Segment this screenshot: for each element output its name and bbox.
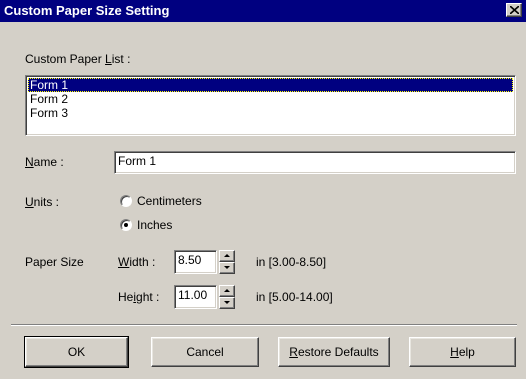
height-spin-up-button[interactable] <box>219 285 235 297</box>
radio-selected-dot <box>124 223 128 227</box>
ok-button[interactable]: OK <box>24 336 129 368</box>
name-label: Name : <box>25 155 64 169</box>
centimeters-radio[interactable] <box>120 195 132 207</box>
height-label-suffix: ght : <box>136 290 160 304</box>
width-spinner[interactable] <box>219 250 235 274</box>
close-button[interactable] <box>506 3 522 17</box>
close-icon <box>510 6 519 14</box>
list-label-prefix: Custom Paper <box>25 52 106 66</box>
arrow-up-icon <box>224 289 230 292</box>
name-label-mnemonic: N <box>25 155 34 169</box>
list-item[interactable]: Form 3 <box>28 106 513 120</box>
list-item[interactable]: Form 2 <box>28 92 513 106</box>
height-spinner[interactable] <box>219 285 235 309</box>
paper-size-label: Paper Size <box>25 255 84 269</box>
width-input[interactable]: 8.50 <box>174 250 217 274</box>
separator <box>11 324 517 326</box>
arrow-down-icon <box>224 266 230 269</box>
restore-mnemonic: R <box>289 345 298 359</box>
custom-paper-list-label: Custom Paper List : <box>25 52 130 66</box>
custom-paper-listbox[interactable]: Form 1 Form 2 Form 3 <box>25 75 516 136</box>
height-label-prefix: He <box>118 290 134 304</box>
list-label-mnemonic: L <box>105 52 112 66</box>
height-range: in [5.00-14.00] <box>256 290 333 304</box>
help-mnemonic: H <box>450 345 459 359</box>
help-label-suffix: elp <box>458 345 475 359</box>
inches-label[interactable]: Inches <box>137 218 172 232</box>
width-label: Width : <box>118 255 155 269</box>
height-spin-down-button[interactable] <box>219 297 235 309</box>
width-label-suffix: idth : <box>129 255 156 269</box>
width-spin-up-button[interactable] <box>219 250 235 262</box>
units-label-suffix: nits : <box>33 195 60 209</box>
width-label-mnemonic: W <box>118 255 130 269</box>
restore-defaults-button[interactable]: Restore Defaults <box>278 337 390 367</box>
name-label-suffix: ame : <box>33 155 64 169</box>
width-range: in [3.00-8.50] <box>256 255 327 269</box>
title-bar: Custom Paper Size Setting <box>0 0 526 22</box>
list-item[interactable]: Form 1 <box>28 78 513 92</box>
window-title: Custom Paper Size Setting <box>4 3 170 18</box>
help-button[interactable]: Help <box>409 337 516 367</box>
width-spin-down-button[interactable] <box>219 262 235 274</box>
inches-radio[interactable] <box>120 219 132 231</box>
arrow-down-icon <box>224 301 230 304</box>
height-input[interactable]: 11.00 <box>174 285 217 309</box>
cancel-button[interactable]: Cancel <box>151 337 259 367</box>
name-input[interactable]: Form 1 <box>114 151 516 174</box>
list-label-suffix: ist : <box>111 52 131 66</box>
arrow-up-icon <box>224 254 230 257</box>
units-label: Units : <box>25 195 59 209</box>
centimeters-label[interactable]: Centimeters <box>137 194 202 208</box>
height-label: Height : <box>118 290 159 304</box>
restore-label-suffix: estore Defaults <box>297 345 379 359</box>
units-label-mnemonic: U <box>25 195 34 209</box>
